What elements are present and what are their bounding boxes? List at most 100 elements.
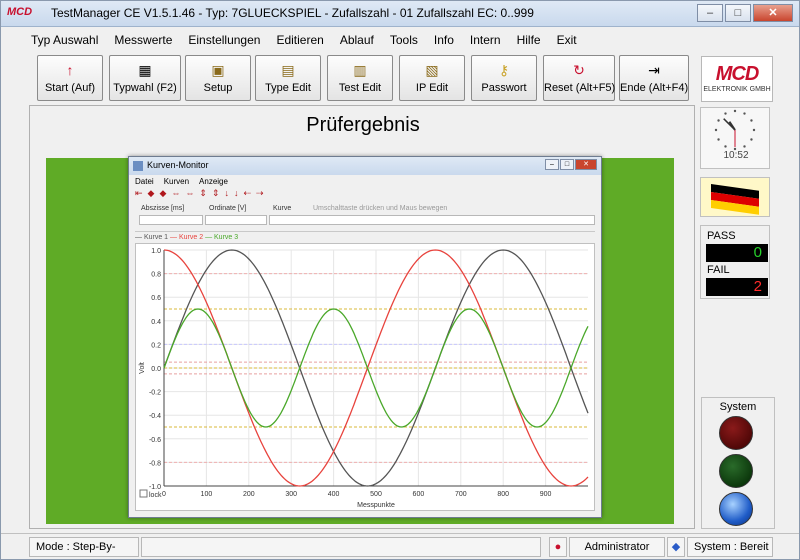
brand-name: MCD bbox=[715, 63, 760, 85]
menu-typ-auswahl[interactable]: Typ Auswahl bbox=[31, 33, 98, 47]
red-status-lamp bbox=[719, 416, 753, 450]
curve-plot[interactable]: 1.0 0.8 0.6 0.4 0.2 0.0 -0.2 -0.4 -0.6 -0.8 -1.00 1… bbox=[136, 244, 594, 510]
to-start-icon[interactable]: ⇤ bbox=[135, 188, 143, 202]
mode-status: Mode : Step-By-Step bbox=[29, 537, 139, 560]
minimize-button[interactable]: – bbox=[697, 4, 723, 22]
marker-right-icon[interactable]: ◆ bbox=[159, 188, 166, 202]
system-state-icon: ◆ bbox=[667, 537, 685, 557]
title-bar[interactable]: MCD TestManager CE V1.5.1.46 - Typ: 7GLU… bbox=[1, 1, 799, 27]
x-tick-label: 800 bbox=[497, 491, 509, 498]
analog-clock: 10:52 bbox=[700, 107, 770, 169]
clock-hour-mark bbox=[717, 119, 720, 122]
kurven-toolbar: ⇤ ◆ ◆ ⇔ ⇔ ⇕ ⇕ ↓ ↓ ⇠ ⇢ bbox=[135, 188, 269, 202]
type-edit-icon: ▤ bbox=[281, 62, 295, 78]
zoom-y-out-icon[interactable]: ⇕ bbox=[212, 188, 220, 202]
brand-subtitle: ELEKTRONIK GMBH bbox=[703, 86, 771, 93]
legend-kurve-1-label: Kurve 1 bbox=[143, 234, 169, 241]
reset-icon: ↻ bbox=[573, 62, 585, 78]
setup-button-label: Setup bbox=[203, 82, 233, 94]
start-button-label: Start (Auf) bbox=[44, 82, 96, 94]
clock-hour-mark bbox=[743, 112, 746, 115]
start-button[interactable]: ↑ Start (Auf) bbox=[37, 55, 103, 101]
clock-hour-mark bbox=[743, 145, 746, 148]
status-empty bbox=[141, 537, 541, 557]
x-tick-label: 0 bbox=[162, 491, 166, 498]
scroll-left-icon[interactable]: ⇠ bbox=[243, 188, 251, 202]
close-button[interactable]: ✕ bbox=[753, 4, 793, 22]
zoom-x-out-icon[interactable]: ⇔ bbox=[185, 188, 194, 202]
blue-status-lamp bbox=[719, 492, 753, 526]
y-tick-label: -0.2 bbox=[149, 390, 161, 397]
menu-ablauf[interactable]: Ablauf bbox=[340, 33, 374, 47]
menu-info[interactable]: Info bbox=[434, 33, 454, 47]
setup-icon: ▣ bbox=[211, 62, 225, 78]
type-edit-button[interactable]: ▤ Type Edit bbox=[255, 55, 321, 101]
curve-plot-area[interactable]: 1.0 0.8 0.6 0.4 0.2 0.0 -0.2 -0.4 -0.6 -0.8 -1.0 0 1… bbox=[135, 243, 595, 511]
language-flag-button[interactable] bbox=[700, 177, 770, 217]
kurven-readout-fields: Abszisse [ms] Ordinate [V] Kurve Umschal… bbox=[135, 205, 595, 231]
kurven-minimize-button[interactable]: – bbox=[545, 159, 559, 170]
clock-hour-mark bbox=[724, 112, 727, 115]
type-edit-button-label: Type Edit bbox=[265, 82, 311, 94]
clock-hour-mark bbox=[752, 128, 756, 132]
kurven-legend: — Kurve 1 — Kurve 2 — Kurve 3 bbox=[135, 231, 595, 243]
shift-down-icon[interactable]: ↓ bbox=[224, 188, 229, 202]
shift-up-icon[interactable]: ↓ bbox=[234, 188, 239, 202]
setup-button[interactable]: ▣ Setup bbox=[185, 55, 251, 101]
ip-edit-button-label: IP Edit bbox=[415, 82, 449, 94]
zoom-x-in-icon[interactable]: ⇔ bbox=[171, 188, 180, 202]
key-icon: ⚷ bbox=[498, 62, 510, 78]
zoom-y-in-icon[interactable]: ⇕ bbox=[199, 188, 207, 202]
y-tick-label: -0.6 bbox=[149, 437, 161, 444]
window-controls: – □ ✕ bbox=[695, 4, 793, 22]
menu-bar: Typ Auswahl Messwerte Einstellungen Edit… bbox=[1, 30, 799, 50]
app-logo-icon: MCD bbox=[7, 6, 33, 18]
kurven-menu-anzeige[interactable]: Anzeige bbox=[199, 177, 228, 186]
menu-exit[interactable]: Exit bbox=[557, 33, 577, 47]
ip-edit-button[interactable]: ▧ IP Edit bbox=[399, 55, 465, 101]
kurven-menu-datei[interactable]: Datei bbox=[135, 177, 154, 186]
x-tick-label: 600 bbox=[413, 491, 425, 498]
result-title: Prüfergebnis bbox=[306, 114, 420, 136]
typwahl-button[interactable]: ▦ Typwahl (F2) bbox=[109, 55, 181, 101]
menu-tools[interactable]: Tools bbox=[390, 33, 418, 47]
reset-button[interactable]: ↻ Reset (Alt+F5) bbox=[543, 55, 615, 101]
main-window: MCD TestManager CE V1.5.1.46 - Typ: 7GLU… bbox=[0, 0, 800, 560]
ende-button[interactable]: ⇥ Ende (Alt+F4) bbox=[619, 55, 689, 101]
reset-button-label: Reset (Alt+F5) bbox=[544, 82, 616, 94]
kurve-field bbox=[269, 215, 595, 225]
kurven-maximize-button[interactable]: □ bbox=[560, 159, 574, 170]
legend-kurve-3-label: Kurve 3 bbox=[214, 234, 239, 241]
chart-window-icon bbox=[133, 161, 143, 171]
menu-hilfe[interactable]: Hilfe bbox=[517, 33, 541, 47]
green-status-lamp bbox=[719, 454, 753, 488]
legend-kurve-2-label: Kurve 2 bbox=[178, 234, 204, 241]
kurven-monitor-title-bar[interactable]: Kurven-Monitor – □ ✕ bbox=[129, 157, 601, 175]
x-axis-label: Messpunkte bbox=[357, 502, 395, 509]
clock-hour-mark bbox=[724, 145, 727, 148]
menu-einstellungen[interactable]: Einstellungen bbox=[188, 33, 260, 47]
ip-edit-icon: ▧ bbox=[425, 62, 439, 78]
menu-intern[interactable]: Intern bbox=[470, 33, 501, 47]
kurven-close-button[interactable]: ✕ bbox=[575, 159, 597, 170]
menu-messwerte[interactable]: Messwerte bbox=[114, 33, 172, 47]
menu-editieren[interactable]: Editieren bbox=[276, 33, 323, 47]
pass-label: PASS bbox=[707, 230, 736, 242]
x-tick-label: 900 bbox=[540, 491, 552, 498]
kurven-menu-kurven[interactable]: Kurven bbox=[164, 177, 189, 186]
kurve-label: Kurve bbox=[273, 205, 292, 212]
lock-checkbox[interactable] bbox=[139, 489, 148, 498]
marker-left-icon[interactable]: ◆ bbox=[148, 188, 155, 202]
legend-kurve-2: — Kurve 2 bbox=[170, 234, 204, 241]
passwort-button[interactable]: ⚷ Passwort bbox=[471, 55, 537, 101]
kurven-monitor-window[interactable]: Kurven-Monitor – □ ✕ Datei Kurven Anzeig… bbox=[128, 156, 602, 518]
typwahl-button-label: Typwahl (F2) bbox=[113, 82, 177, 94]
test-edit-button[interactable]: ▥ Test Edit bbox=[327, 55, 393, 101]
y-tick-label: -1.0 bbox=[149, 484, 161, 491]
german-flag-icon bbox=[711, 184, 759, 215]
clock-hour-mark bbox=[750, 138, 753, 141]
exit-icon: ⇥ bbox=[648, 62, 660, 78]
scroll-right-icon[interactable]: ⇢ bbox=[256, 188, 264, 202]
y-tick-label: 0.2 bbox=[151, 342, 161, 349]
maximize-button[interactable]: □ bbox=[725, 4, 751, 22]
